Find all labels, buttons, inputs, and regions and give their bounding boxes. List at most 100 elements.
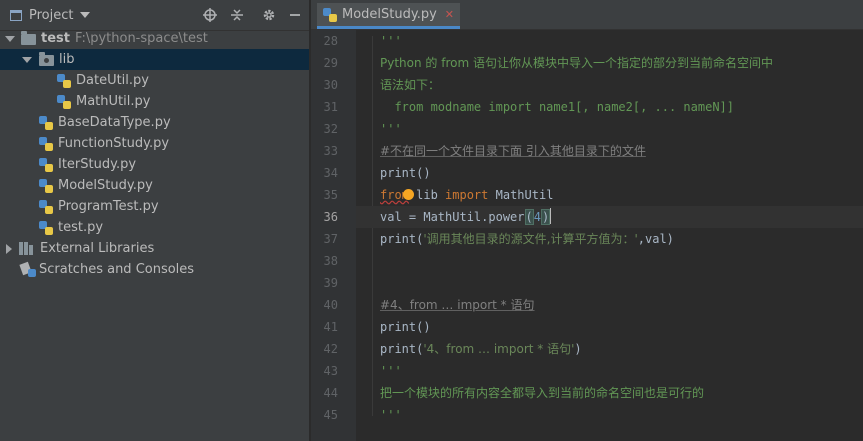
string-literal: '4、from … import * 语句' — [423, 342, 575, 356]
matched-paren: ( — [524, 209, 534, 225]
tree-item-label: FunctionStudy.py — [58, 136, 170, 151]
python-file-icon — [39, 199, 53, 214]
code-prefix: print( — [380, 342, 424, 356]
text-caret — [550, 208, 552, 224]
tree-item-label: ModelStudy.py — [58, 178, 153, 193]
code-line: 35 from lib import MathUtil — [311, 184, 863, 206]
code-text: ''' — [380, 34, 402, 48]
keyword-import: import — [445, 188, 489, 202]
python-file-icon — [39, 220, 53, 235]
locate-file-icon[interactable] — [201, 6, 219, 24]
line-number: 34 — [323, 166, 338, 180]
code-line: 40 #4、from … import * 语句 — [311, 294, 863, 316]
code-line: 42 print('4、from … import * 语句') — [311, 338, 863, 360]
code-line: 38 — [311, 250, 863, 272]
tree-item-dateutil[interactable]: DateUtil.py — [0, 70, 309, 91]
tree-item-iterstudy[interactable]: IterStudy.py — [0, 154, 309, 175]
minimize-icon[interactable] — [286, 6, 304, 24]
line-number: 37 — [323, 232, 338, 246]
tree-item-label: DateUtil.py — [76, 73, 149, 88]
code-line: 32 ''' — [311, 118, 863, 140]
lightbulb-icon[interactable] — [402, 189, 414, 200]
code-line: 41 print() — [311, 316, 863, 338]
matched-paren: ) — [540, 209, 551, 225]
tree-item-programtest[interactable]: ProgramTest.py — [0, 196, 309, 217]
code-text: #不在同一个文件目录下面 引入其他目录下的文件 — [380, 140, 646, 162]
chevron-right-icon[interactable] — [6, 243, 12, 254]
chevron-down-icon[interactable] — [5, 35, 15, 42]
code-lines: 28 ''' 29 Python 的 from 语句让你从模块中导入一个指定的部… — [311, 30, 863, 441]
code-line: 39 — [311, 272, 863, 294]
line-number: 38 — [323, 254, 338, 268]
line-number: 42 — [323, 342, 338, 356]
code-prefix: val = MathUtil.power — [380, 210, 525, 224]
python-file-icon — [323, 7, 337, 22]
collapse-all-icon[interactable] — [228, 6, 246, 24]
comment-text: #4、from … import * 语句 — [380, 298, 535, 312]
tree-item-label: test — [41, 31, 70, 46]
close-icon[interactable]: ✕ — [445, 8, 454, 21]
tree-item-basedatatype[interactable]: BaseDataType.py — [0, 112, 309, 133]
project-view-icon — [10, 9, 22, 21]
line-number: 36 — [323, 210, 338, 224]
chevron-down-icon[interactable] — [22, 56, 32, 63]
python-file-icon — [39, 115, 53, 130]
line-number: 29 — [323, 56, 338, 70]
tab-modelstudy[interactable]: ModelStudy.py ✕ — [317, 3, 461, 29]
line-number: 39 — [323, 276, 338, 290]
code-line: 28 ''' — [311, 30, 863, 52]
code-text: print() — [380, 166, 431, 180]
tab-label: ModelStudy.py — [342, 7, 437, 22]
tree-item-label: MathUtil.py — [76, 94, 151, 109]
docstring-text: 语法如下： — [380, 78, 441, 92]
chevron-down-icon[interactable] — [80, 12, 91, 18]
tree-item-lib[interactable]: lib — [0, 49, 309, 70]
comment-text: #不在同一个文件目录下面 引入其他目录下的文件 — [380, 144, 646, 158]
docstring-text: 把一个模块的所有内容全都导入到当前的命名空间也是可行的 — [380, 386, 705, 400]
string-literal: '调用其他目录的源文件,计算平方值为：' — [423, 232, 638, 246]
line-number: 43 — [323, 364, 338, 378]
scratches-icon — [21, 263, 36, 277]
line-number: 32 — [323, 122, 338, 136]
project-panel: Project test F:\python-space\test lib Da… — [0, 0, 310, 441]
line-number: 30 — [323, 78, 338, 92]
line-number: 28 — [323, 34, 338, 48]
editor-tab-bar: ModelStudy.py ✕ — [311, 0, 863, 30]
tree-item-modelstudy[interactable]: ModelStudy.py — [0, 175, 309, 196]
tree-item-label: test.py — [58, 220, 104, 235]
project-view-selector[interactable]: Project — [29, 8, 73, 23]
line-number: 45 — [323, 408, 338, 422]
docstring-text: Python 的 from 语句让你从模块中导入一个指定的部分到当前命名空间中 — [380, 56, 773, 70]
python-file-icon — [57, 73, 71, 88]
gear-icon[interactable] — [260, 6, 278, 24]
line-number: 41 — [323, 320, 338, 334]
python-file-icon — [39, 136, 53, 151]
line-number: 44 — [323, 386, 338, 400]
tree-item-label: ProgramTest.py — [58, 199, 159, 214]
code-line: 44 把一个模块的所有内容全都导入到当前的命名空间也是可行的 — [311, 382, 863, 404]
tree-item-label: lib — [59, 52, 75, 67]
tree-item-mathutil[interactable]: MathUtil.py — [0, 91, 309, 112]
tree-item-functionstudy[interactable]: FunctionStudy.py — [0, 133, 309, 154]
libraries-icon — [19, 242, 35, 255]
tree-item-label: External Libraries — [40, 241, 155, 256]
tree-item-scratches[interactable]: Scratches and Consoles — [0, 259, 309, 280]
imported-name: MathUtil — [488, 188, 554, 202]
code-text: from modname import name1[, name2[, ... … — [380, 100, 735, 114]
code-text: #4、from … import * 语句 — [380, 294, 535, 316]
tree-item-test-root[interactable]: test F:\python-space\test — [0, 28, 309, 49]
tree-item-path: F:\python-space\test — [74, 31, 208, 46]
code-text: val = MathUtil.power(4) — [380, 206, 552, 228]
code-line: 30 语法如下： — [311, 74, 863, 96]
tree-item-external-libraries[interactable]: External Libraries — [0, 238, 309, 259]
tree-item-test-py[interactable]: test.py — [0, 217, 309, 238]
line-number: 31 — [323, 100, 338, 114]
tree-item-label: IterStudy.py — [58, 157, 137, 172]
code-line: 31 from modname import name1[, name2[, .… — [311, 96, 863, 118]
code-text: ''' — [380, 122, 402, 136]
tree-item-label: Scratches and Consoles — [39, 262, 195, 277]
package-folder-icon — [39, 52, 54, 66]
code-text: 把一个模块的所有内容全都导入到当前的命名空间也是可行的 — [380, 382, 704, 404]
line-number: 40 — [323, 298, 338, 312]
code-text: ''' — [380, 408, 402, 422]
